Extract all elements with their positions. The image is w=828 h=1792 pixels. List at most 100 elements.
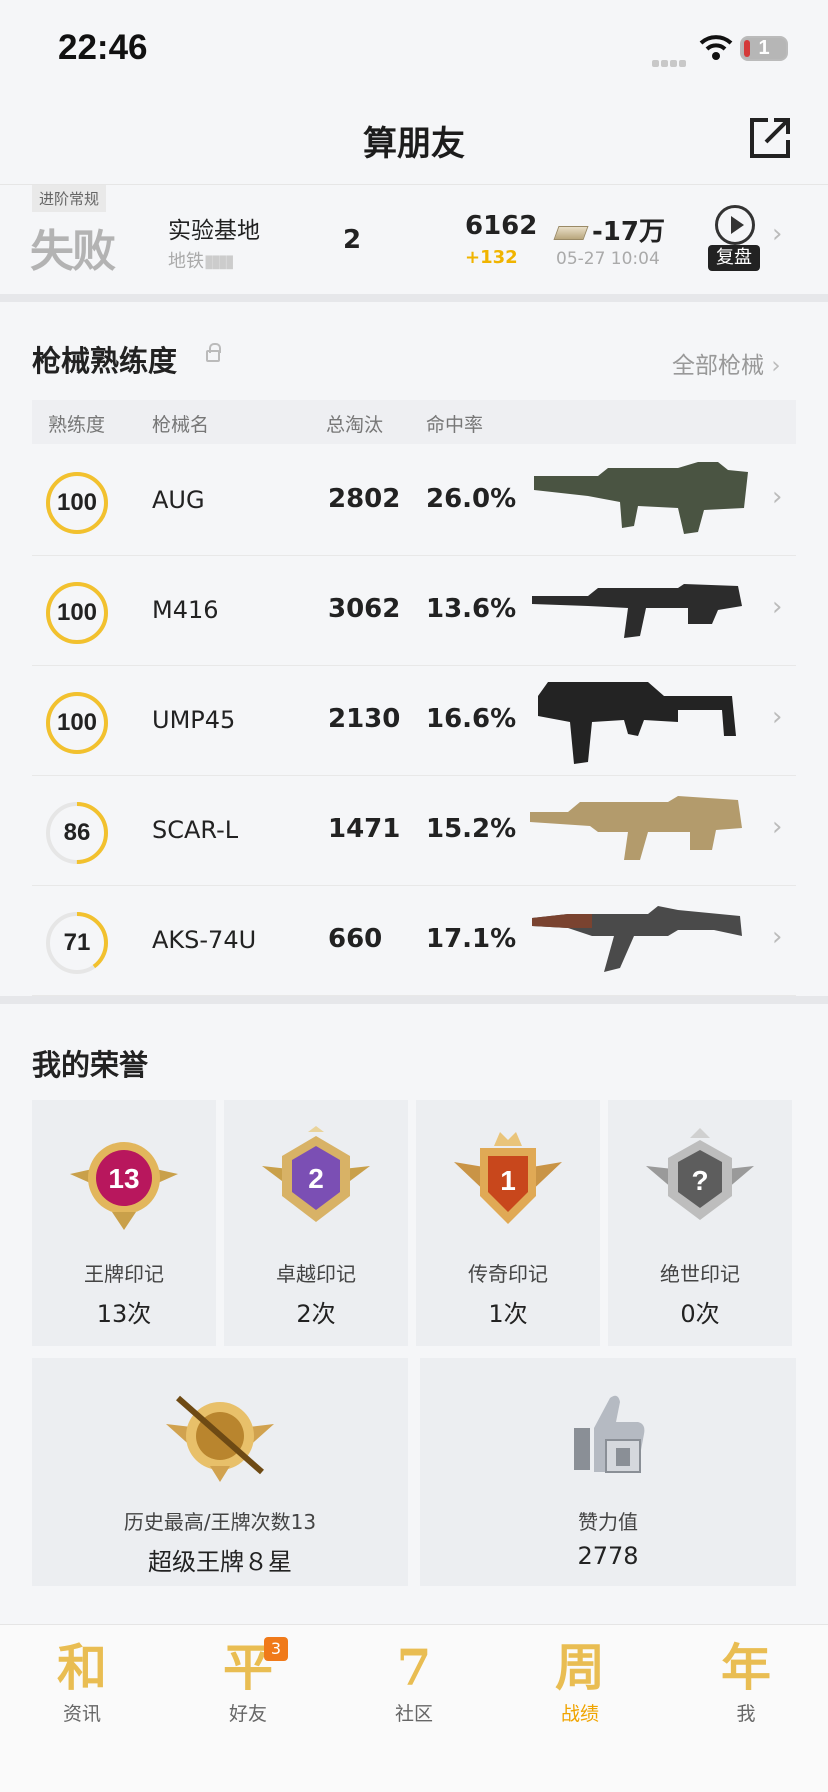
honor-value: 2次 <box>296 1300 336 1328</box>
tab-me[interactable]: 年 我 <box>686 1637 806 1737</box>
weapon-accuracy: 26.0% <box>426 484 517 514</box>
likes-label: 赞力值 <box>578 1510 638 1534</box>
weapon-accuracy: 13.6% <box>426 594 517 624</box>
replay-button[interactable]: 复盘 <box>706 205 762 275</box>
weapon-accuracy: 15.2% <box>426 814 517 844</box>
status-time: 22:46 <box>58 28 148 67</box>
match-summary[interactable]: 进阶常规 失败 实验基地 地铁▮▮▮▮ 2 6162 +132 -17万 05-… <box>0 184 828 292</box>
weapons-title: 枪械熟练度 <box>32 344 178 378</box>
tab-label: 资讯 <box>62 1703 101 1725</box>
section-divider <box>0 996 828 1004</box>
lock-icon <box>206 343 221 362</box>
notification-badge: 3 <box>264 1637 288 1661</box>
highest-rank-card[interactable]: 历史最高/王牌次数13 超级王牌８星 <box>32 1358 408 1586</box>
excellent-badge-text: 2 <box>308 1163 324 1194</box>
chevron-right-icon: › <box>772 219 783 249</box>
weapon-row[interactable]: 86 SCAR-L 1471 15.2% › <box>32 776 796 886</box>
mastery-ring: 86 <box>44 800 110 866</box>
tab-label: 社区 <box>394 1703 433 1725</box>
money-value: -17万 <box>553 211 665 248</box>
weapon-name: AKS-74U <box>152 926 257 954</box>
squad-icon: ▮▮▮▮ <box>204 251 235 272</box>
replay-label: 复盘 <box>708 245 760 271</box>
weapon-image <box>530 796 742 860</box>
mastery-level: 86 <box>63 819 91 846</box>
weapon-accuracy: 16.6% <box>426 704 517 734</box>
tab-community[interactable]: 7 社区 <box>354 1637 474 1737</box>
mastery-level: 71 <box>63 929 91 956</box>
weapon-name: SCAR-L <box>152 816 239 844</box>
gold-bar-icon <box>553 225 589 240</box>
match-result: 失败 <box>30 226 116 277</box>
honor-card-peerless[interactable]: ? 绝世印记 0次 <box>608 1100 792 1346</box>
all-weapons-link[interactable]: 全部枪械 › <box>672 346 781 380</box>
tab-label: 好友 <box>228 1703 267 1725</box>
col-accuracy: 命中率 <box>426 414 484 436</box>
likes-card[interactable]: 赞力值 2778 <box>420 1358 796 1586</box>
mastery-level: 100 <box>56 599 98 626</box>
weapon-kills: 660 <box>328 924 383 954</box>
ace-badge-text: 13 <box>108 1163 139 1194</box>
weapon-image <box>534 462 748 534</box>
honor-card-excellent[interactable]: 2 卓越印记 2次 <box>224 1100 408 1346</box>
weapon-kills: 1471 <box>328 814 401 844</box>
honor-name: 传奇印记 <box>468 1262 548 1286</box>
battery-icon: 1 <box>740 36 788 61</box>
news-icon: 和 <box>57 1638 107 1697</box>
match-date: 05-27 10:04 <box>556 249 660 269</box>
peerless-badge-text: ? <box>691 1165 708 1196</box>
map-name: 实验基地 <box>168 218 260 244</box>
weapon-image <box>532 906 742 972</box>
community-icon: 7 <box>396 1638 432 1697</box>
thumbs-up-icon <box>574 1395 645 1473</box>
highest-rank-value: 超级王牌８星 <box>148 1548 292 1576</box>
match-rank: 2 <box>343 225 362 255</box>
tab-news[interactable]: 和 资讯 <box>22 1637 142 1737</box>
share-icon[interactable] <box>748 116 792 160</box>
records-icon: 周 <box>555 1638 605 1697</box>
weapon-accuracy: 17.1% <box>426 924 517 954</box>
weapon-row[interactable]: 100 AUG 2802 26.0% › <box>32 446 796 556</box>
mastery-ring: 100 <box>44 470 110 536</box>
tab-label: 我 <box>736 1703 756 1725</box>
honor-title: 我的荣誉 <box>32 1048 149 1082</box>
chevron-right-icon: › <box>772 702 783 732</box>
col-kills: 总淘汰 <box>326 414 384 436</box>
mastery-ring: 100 <box>44 580 110 646</box>
weapon-name: M416 <box>152 596 219 624</box>
chevron-right-icon: › <box>772 922 783 952</box>
map-sub: 地铁▮▮▮▮ <box>168 247 235 273</box>
nav-header: 算朋友 <box>0 96 828 186</box>
honor-card-ace[interactable]: 13 王牌印记 13次 <box>32 1100 216 1346</box>
mastery-ring: 100 <box>44 690 110 756</box>
rating-score: 6162 <box>465 211 538 241</box>
honor-card-legend[interactable]: 1 传奇印记 1次 <box>416 1100 600 1346</box>
col-mastery: 熟练度 <box>48 414 106 436</box>
likes-value: 2778 <box>577 1542 639 1570</box>
weapon-row[interactable]: 71 AKS-74U 660 17.1% › <box>32 886 796 996</box>
legend-badge-icon: 1 <box>454 1132 562 1224</box>
mode-tag: 进阶常规 <box>32 185 107 212</box>
money-label: -17万 <box>592 217 665 247</box>
signal-icon <box>652 52 688 71</box>
honor-name: 王牌印记 <box>84 1262 164 1286</box>
status-bar: 22:46 1 <box>0 0 828 96</box>
wifi-icon <box>699 35 733 60</box>
tab-friends[interactable]: 平 3 好友 <box>188 1637 308 1737</box>
ace-badge-icon: 13 <box>70 1142 178 1230</box>
weapon-row[interactable]: 100 UMP45 2130 16.6% › <box>32 666 796 776</box>
legend-badge-text: 1 <box>500 1165 516 1196</box>
friends-icon: 平 <box>223 1638 273 1697</box>
chevron-right-icon: › <box>772 812 783 842</box>
battery-level: 1 <box>758 37 770 59</box>
weapon-row[interactable]: 100 M416 3062 13.6% › <box>32 556 796 666</box>
mastery-level: 100 <box>56 709 98 736</box>
tab-records[interactable]: 周 战绩 <box>520 1637 640 1737</box>
honor-value: 0次 <box>680 1300 720 1328</box>
peerless-badge-icon: ? <box>646 1128 754 1220</box>
weapon-kills: 3062 <box>328 594 401 624</box>
weapon-image <box>532 584 742 638</box>
weapon-image <box>538 682 736 764</box>
tab-label: 战绩 <box>560 1703 599 1725</box>
weapon-kills: 2802 <box>328 484 401 514</box>
